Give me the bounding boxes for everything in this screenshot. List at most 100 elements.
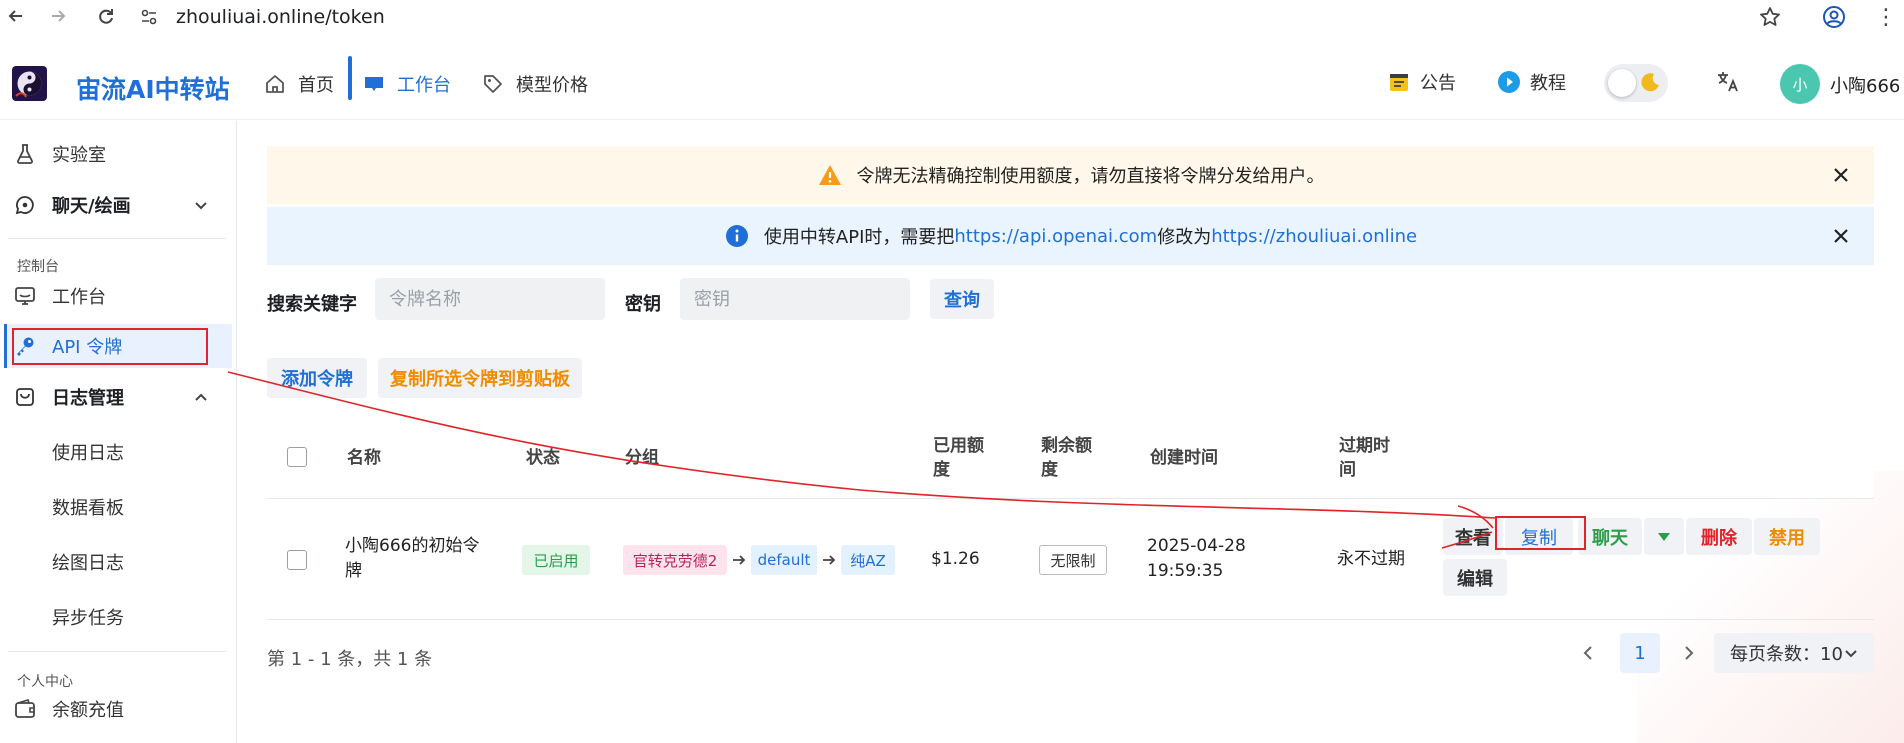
arrow-right-icon [730,551,748,569]
sidebar-item-lab[interactable]: 实验室 [0,132,236,176]
chevron-down-icon [1840,642,1862,664]
table-row: 小陶666的初始令 牌 已启用 官转克劳德2 default 纯AZ $1.26… [267,500,1874,620]
forward-icon[interactable] [44,2,72,30]
sidebar-item-chat-draw[interactable]: 聊天/绘画 [0,183,236,227]
query-button[interactable]: 查询 [930,279,994,319]
edit-button[interactable]: 编辑 [1443,559,1507,596]
row-checkbox[interactable] [287,550,307,570]
info-text-prefix: 使用中转API时，需要把 [763,227,955,248]
token-name-input[interactable] [375,278,605,320]
close-icon[interactable] [1828,162,1854,188]
sidebar-divider [8,651,226,652]
site-settings-icon[interactable] [136,4,162,30]
announcement-button[interactable]: 公告 [1386,64,1456,100]
brand-name[interactable]: 宙流AI中转站 [76,70,230,106]
copy-selected-tokens-button[interactable]: 复制所选令牌到剪贴板 [378,358,582,398]
browser-toolbar: zhouliuai.online/token ⋮ [0,0,1904,33]
chat-button[interactable]: 聊天 [1578,518,1642,555]
prev-page-icon[interactable] [1568,633,1608,673]
warning-text: 令牌无法精确控制使用额度，请勿直接将令牌分发给用户。 [856,166,1325,187]
annotation-box-api-token [12,328,208,365]
disable-button[interactable]: 禁用 [1754,518,1820,555]
chevron-up-icon[interactable] [190,386,212,408]
info-link-openai[interactable]: https://api.openai.com [954,226,1157,247]
sidebar-item-label: 数据看板 [52,498,124,519]
flask-icon [12,141,38,167]
token-name-line2: 牌 [345,561,362,581]
next-page-icon[interactable] [1669,633,1709,673]
remaining-quota-badge: 无限制 [1039,545,1107,575]
sidebar-item-log-management[interactable]: 日志管理 [0,375,236,419]
group-tag-primary: 官转克劳德2 [623,545,727,575]
header-used-quota[interactable]: 已用额 度 [933,434,984,482]
nav-model-pricing[interactable]: 模型价格 [480,66,588,102]
header-remaining-quota[interactable]: 剩余额 度 [1041,434,1092,482]
key-input[interactable] [680,278,910,320]
sidebar-item-recharge[interactable]: 余额充值 [0,687,236,731]
add-token-button[interactable]: 添加令牌 [267,358,367,398]
page-size-select[interactable]: 每页条数：10 [1714,633,1874,673]
play-icon [1496,69,1522,95]
used-quota: $1.26 [931,549,980,569]
info-banner: 使用中转API时，需要把 https://api.openai.com 修改为 … [267,207,1874,265]
wallet-icon [12,696,38,722]
reload-icon[interactable] [92,2,120,30]
translate-icon [1714,68,1742,96]
avatar[interactable]: 小 [1780,64,1820,104]
header-expire-time-line2: 间 [1339,460,1356,480]
back-icon[interactable] [2,2,30,30]
group-tag-default: default [751,545,817,575]
sidebar-item-async-task[interactable]: 异步任务 [0,595,236,639]
app-header: 宙流AI中转站 首页 工作台 模型价格 公告 教程 小 小陶666 [0,40,1904,120]
pagination-summary: 第 1 - 1 条，共 1 条 [267,649,433,670]
header-name[interactable]: 名称 [347,446,381,470]
tutorial-label: 教程 [1530,73,1566,94]
sidebar-item-data-board[interactable]: 数据看板 [0,485,236,529]
sidebar: 实验室 聊天/绘画 控制台 工作台 API 令牌 日志管理 使用日志 数据看板 … [0,121,237,743]
chat-dropdown-button[interactable] [1644,518,1684,555]
header-group[interactable]: 分组 [625,446,659,470]
nav-home[interactable]: 首页 [262,66,334,102]
sidebar-item-label: 异步任务 [52,608,124,629]
tutorial-button[interactable]: 教程 [1496,64,1566,100]
created-time: 2025-04-28 19:59:35 [1147,534,1246,584]
sidebar-item-label: 日志管理 [52,388,124,409]
header-remaining-quota-line2: 度 [1041,460,1058,480]
delete-button[interactable]: 删除 [1686,518,1752,555]
header-expire-time[interactable]: 过期时 间 [1339,434,1390,482]
dark-mode-toggle[interactable] [1604,64,1668,102]
moon-icon [1638,70,1662,94]
sidebar-item-label: 余额充值 [52,700,124,721]
main-content: 令牌无法精确控制使用额度，请勿直接将令牌分发给用户。 使用中转API时，需要把 … [237,121,1904,743]
bookmark-star-icon[interactable] [1757,4,1783,30]
token-name: 小陶666的初始令 牌 [345,534,479,584]
sidebar-item-usage-log[interactable]: 使用日志 [0,430,236,474]
info-link-zhouliuai[interactable]: https://zhouliuai.online [1211,226,1417,247]
group-tag-az: 纯AZ [841,545,895,575]
caret-down-icon [1657,526,1671,547]
username[interactable]: 小陶666 [1830,72,1900,98]
sidebar-item-label: 实验室 [52,145,106,166]
sidebar-item-label: 工作台 [52,287,106,308]
chevron-down-icon[interactable] [190,194,212,216]
account-icon[interactable] [1820,3,1848,31]
status-badge: 已启用 [522,545,590,575]
page-button-current[interactable]: 1 [1620,633,1660,673]
browser-menu-icon[interactable]: ⋮ [1874,3,1898,31]
header-used-quota-line1: 已用额 [933,436,984,456]
header-created-time[interactable]: 创建时间 [1150,446,1218,470]
sidebar-item-draw-log[interactable]: 绘图日志 [0,540,236,584]
nav-workbench[interactable]: 工作台 [361,66,451,102]
nav-workbench-label: 工作台 [397,75,451,96]
close-icon[interactable] [1828,223,1854,249]
language-button[interactable] [1714,64,1742,100]
view-button[interactable]: 查看 [1443,518,1503,555]
info-text-mid: 修改为 [1157,227,1212,248]
sidebar-item-label: 聊天/绘画 [52,196,131,217]
header-status[interactable]: 状态 [526,446,560,470]
sidebar-item-workbench[interactable]: 工作台 [0,274,236,318]
brand-logo[interactable] [12,66,47,101]
select-all-checkbox[interactable] [287,447,307,467]
warning-banner: 令牌无法精确控制使用额度，请勿直接将令牌分发给用户。 [267,146,1874,204]
address-bar[interactable]: zhouliuai.online/token [136,0,1796,33]
